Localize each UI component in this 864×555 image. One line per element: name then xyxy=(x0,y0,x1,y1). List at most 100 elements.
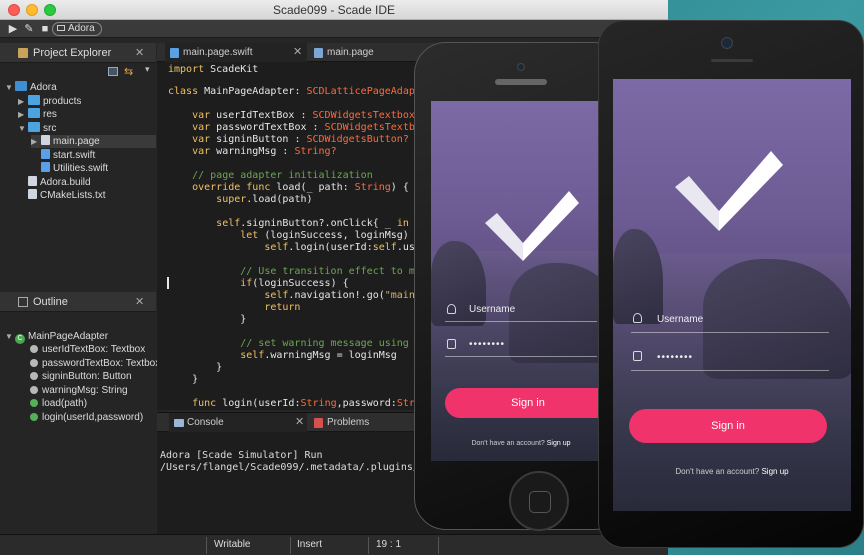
expand-arrow-icon: ▼ xyxy=(5,332,13,341)
close-icon[interactable]: ✕ xyxy=(135,43,144,63)
folder-icon xyxy=(28,94,40,105)
iphone-app-screen: Username •••••••• Sign in Don't have an … xyxy=(431,101,611,461)
tree-item[interactable]: start.swift xyxy=(31,148,95,162)
project-explorer-tab[interactable]: Project Explorer ✕ xyxy=(0,43,156,63)
code-line: self.signinButton?.onClick{ _ in xyxy=(216,218,409,229)
code-line: // Use transition effect to move xyxy=(240,266,433,277)
status-writable: Writable xyxy=(214,539,251,550)
earpiece-speaker xyxy=(495,79,547,85)
outline-member-label: userIdTextBox: Textbox xyxy=(42,344,146,355)
project-explorer-icon xyxy=(18,48,28,58)
tree-item[interactable]: ▼ Adora xyxy=(5,81,57,94)
password-field[interactable]: •••••••• xyxy=(445,339,597,357)
status-cursor-position: 19 : 1 xyxy=(376,539,402,550)
tree-item-label: Adora xyxy=(30,82,57,93)
username-placeholder: Username xyxy=(657,314,704,325)
field-icon xyxy=(30,358,38,367)
password-field[interactable]: •••••••• xyxy=(631,351,829,371)
tree-item[interactable]: ▼ src xyxy=(18,121,56,135)
link-editor-icon[interactable]: ⇆ xyxy=(124,65,133,78)
tree-item[interactable]: ▶ res xyxy=(18,108,57,121)
collapsed-arrow-icon[interactable]: ▶ xyxy=(18,95,28,108)
tree-item-label: CMakeLists.txt xyxy=(40,190,106,201)
sign-up-link[interactable]: Sign up xyxy=(547,440,571,447)
collapse-all-icon[interactable] xyxy=(108,67,118,76)
sign-in-button[interactable]: Sign in xyxy=(445,388,611,418)
close-icon[interactable]: ✕ xyxy=(135,292,144,312)
signup-prompt-text: Don't have an account? xyxy=(471,440,545,447)
tab-label: main.page.swift xyxy=(183,47,253,58)
run-icon[interactable]: ▶ xyxy=(6,22,20,36)
username-field[interactable]: Username xyxy=(445,304,597,322)
outline-class-row[interactable]: ▼ C MainPageAdapter xyxy=(5,330,108,344)
page-file-icon xyxy=(314,48,323,58)
outline-member-label: passwordTextBox: Textbox xyxy=(42,357,161,369)
code-line: var userIdTextBox : SCDWidgetsTextbox? xyxy=(192,110,421,121)
code-line: return xyxy=(264,302,301,313)
code-line: var passwordTextBox : SCDWidgetsTextbox? xyxy=(192,122,433,133)
sign-up-link[interactable]: Sign up xyxy=(761,467,788,476)
code-line: super.load(path) xyxy=(216,194,313,205)
tab-main-page[interactable]: main.page xyxy=(309,43,409,62)
outline-member[interactable]: userIdTextBox: Textbox xyxy=(30,343,145,356)
outline-member-label: warningMsg: String xyxy=(42,384,128,396)
outline-member-label: signinButton: Button xyxy=(42,371,132,382)
sign-in-button[interactable]: Sign in xyxy=(629,409,827,443)
tab-label: Console xyxy=(187,417,224,428)
expanded-arrow-icon[interactable]: ▼ xyxy=(5,81,15,94)
outline-member[interactable]: signinButton: Button xyxy=(30,370,132,383)
swift-file-icon xyxy=(41,162,50,172)
username-field[interactable]: Username xyxy=(631,313,829,333)
outline-member[interactable]: login(userId,password) xyxy=(30,411,143,424)
tab-console[interactable]: Console ✕ xyxy=(169,413,307,432)
tab-problems[interactable]: Problems xyxy=(309,413,409,432)
android-simulator: Username •••••••• Sign in Don't have an … xyxy=(598,20,864,548)
method-icon xyxy=(30,399,38,407)
collapsed-arrow-icon[interactable]: ▶ xyxy=(18,108,28,121)
signup-prompt: Don't have an account? Sign up xyxy=(431,440,611,447)
username-placeholder: Username xyxy=(469,304,516,315)
run-target-selector[interactable]: Adora xyxy=(52,22,102,36)
earpiece-speaker xyxy=(711,59,753,62)
code-line: override func load(_ path: String) { xyxy=(192,182,409,193)
outline-member[interactable]: passwordTextBox: Textbox xyxy=(30,357,160,370)
tab-main-page-swift[interactable]: main.page.swift ✕ xyxy=(165,43,307,62)
project-explorer-title: Project Explorer xyxy=(33,47,112,59)
signup-prompt: Don't have an account? Sign up xyxy=(613,467,851,476)
status-separator xyxy=(438,537,439,554)
outline-member[interactable]: load(path) xyxy=(30,397,87,410)
swift-file-icon xyxy=(41,148,50,159)
expanded-arrow-icon[interactable]: ▼ xyxy=(18,122,28,135)
project-explorer-panel: ⇆ ▾ ▼ Adora ▶ products ▶ res ▼ src ▶ main.page sta… xyxy=(0,63,156,289)
folder-icon xyxy=(28,108,40,118)
stop-icon[interactable]: ■ xyxy=(38,22,52,36)
outline-tab[interactable]: Outline ✕ xyxy=(0,292,156,312)
tree-item[interactable]: ▶ products xyxy=(18,94,81,108)
code-line: } xyxy=(168,374,199,385)
background-rock xyxy=(613,229,663,324)
file-icon xyxy=(28,189,37,199)
close-icon[interactable]: ✕ xyxy=(295,413,304,432)
outline-icon xyxy=(18,297,28,307)
code-line: let (loginSuccess, loginMsg) = xyxy=(240,230,421,241)
code-line: self.login(userId:self.userI xyxy=(264,242,433,253)
build-hammer-icon[interactable]: ✎ xyxy=(22,22,36,36)
code-line: } xyxy=(168,362,223,373)
tree-item[interactable]: Utilities.swift xyxy=(31,162,108,175)
problems-icon xyxy=(314,418,323,428)
tree-item[interactable]: CMakeLists.txt xyxy=(18,189,106,202)
collapsed-arrow-icon[interactable]: ▶ xyxy=(31,135,41,148)
outline-title: Outline xyxy=(33,296,68,308)
outline-member-label: load(path) xyxy=(42,398,88,409)
home-button[interactable] xyxy=(509,471,569,531)
code-line: import ScadeKit xyxy=(168,64,259,75)
console-line: Adora [Scade Simulator] Run xyxy=(160,450,323,461)
swift-file-icon xyxy=(170,48,179,58)
view-menu-icon[interactable]: ▾ xyxy=(145,64,150,75)
code-line: var warningMsg : String? xyxy=(192,146,337,157)
class-icon: C xyxy=(15,334,25,344)
tree-item[interactable]: ▶ main.page xyxy=(31,135,156,148)
close-icon[interactable]: ✕ xyxy=(293,43,302,62)
outline-member[interactable]: warningMsg: String xyxy=(30,384,128,397)
tree-item[interactable]: Adora.build xyxy=(18,175,91,189)
